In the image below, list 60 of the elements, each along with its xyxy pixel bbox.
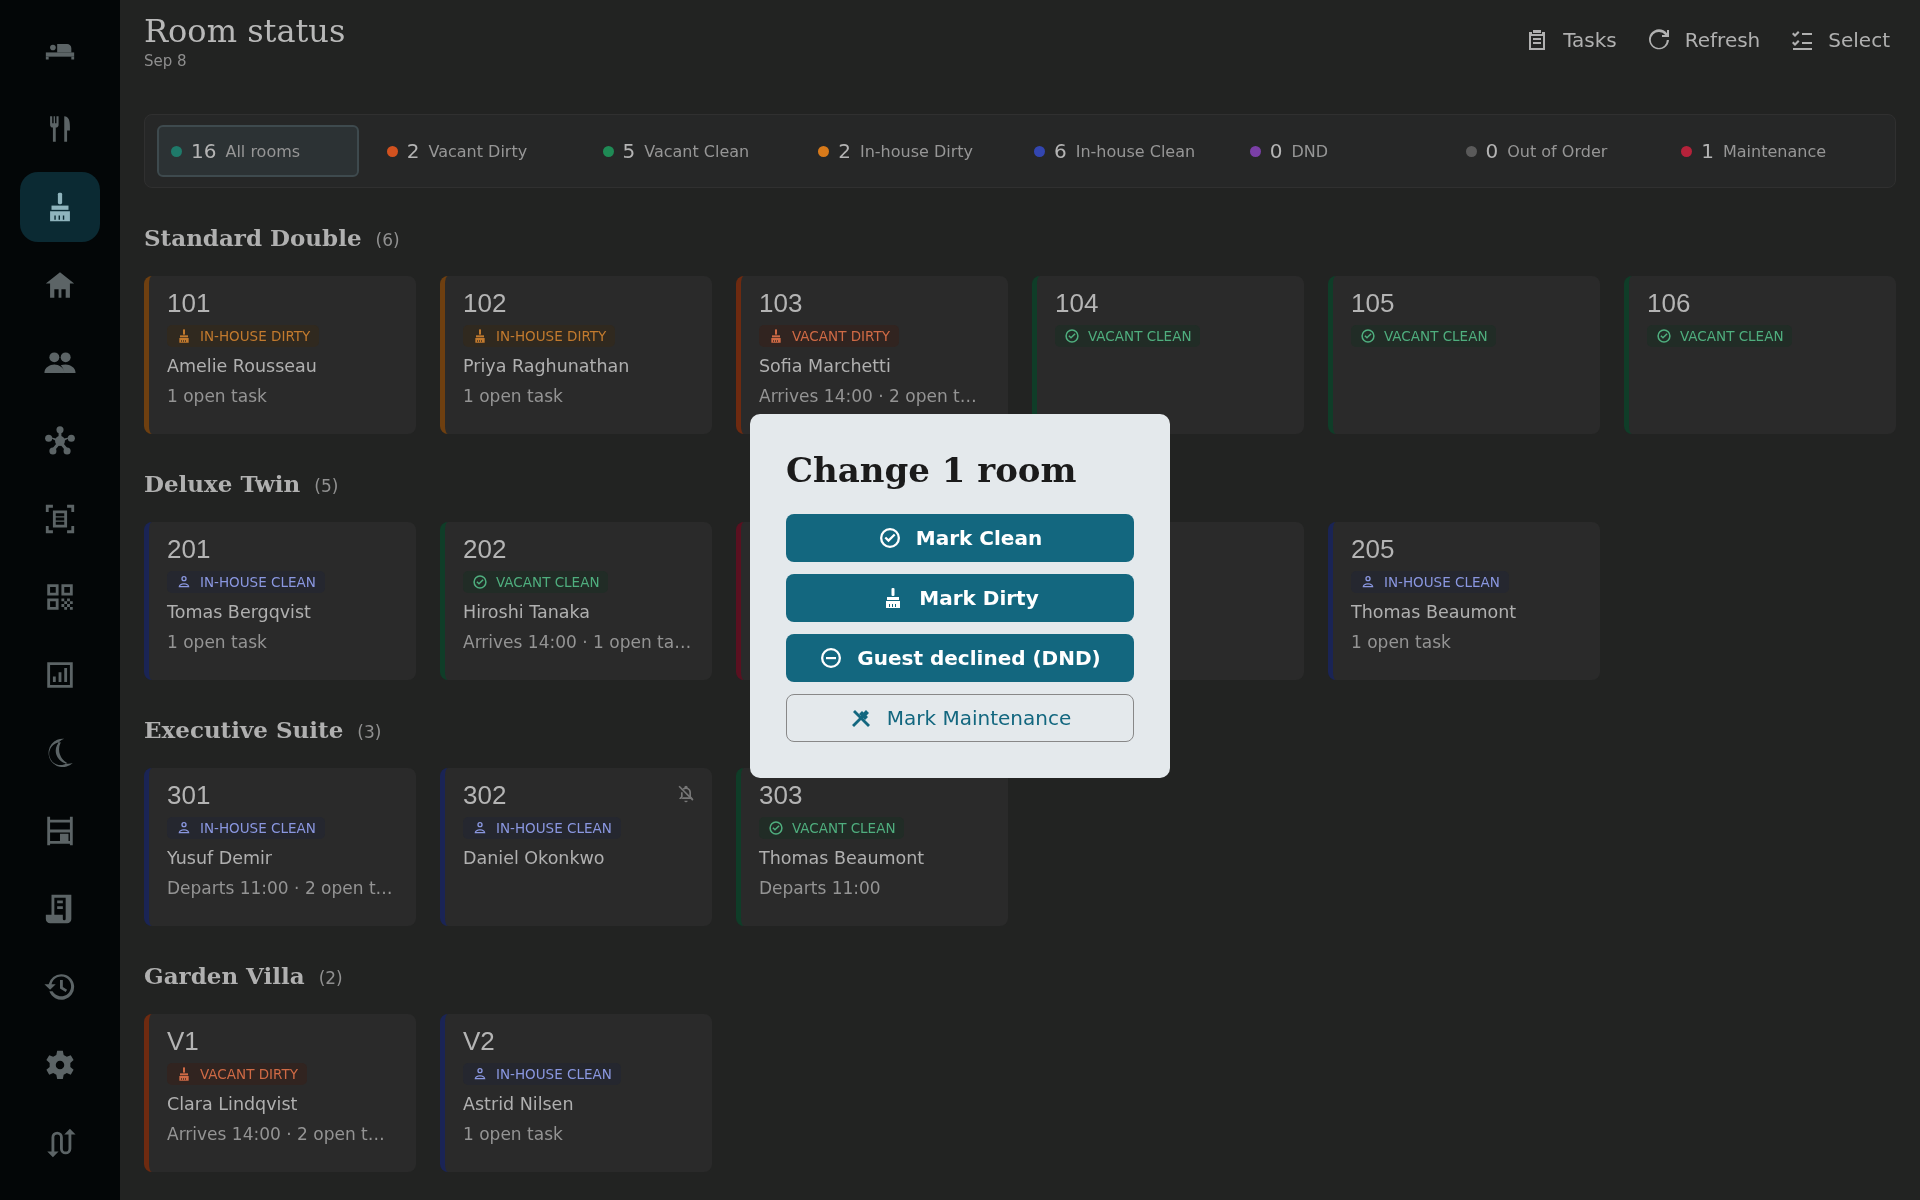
status-tag: VACANT CLEAN [1647,325,1793,347]
room-number: V2 [463,1026,495,1057]
room-note: Arrives 14:00 · 1 open ta… [463,632,692,652]
room-note: 1 open task [463,386,563,406]
guest-name: Hiroshi Tanaka [463,602,591,622]
guest-name: Yusuf Demir [167,848,273,868]
room-number: 303 [759,780,803,811]
guest-name: Clara Lindqvist [167,1094,298,1114]
room-note: Departs 11:00 [759,878,881,898]
room-count: (2) [318,968,343,988]
room-number: 302 [463,780,507,811]
guest-name: Amelie Rousseau [167,356,317,376]
room-number: 103 [759,288,803,319]
page-date: Sep 8 [144,52,187,70]
guest-name: Thomas Beaumont [759,848,925,868]
room-count: (5) [314,476,339,496]
status-tag: VACANT CLEAN [759,817,905,839]
room-number: 102 [463,288,507,319]
status-tag: IN-HOUSE CLEAN [167,817,325,839]
room-note: 1 open task [1351,632,1451,652]
guest-name: Daniel Okonkwo [463,848,605,868]
status-tag: VACANT CLEAN [1055,325,1201,347]
room-number: 106 [1647,288,1691,319]
room-note: 1 open task [167,386,267,406]
room-number: 104 [1055,288,1099,319]
room-number: 105 [1351,288,1395,319]
room-number: 301 [167,780,211,811]
room-note: Departs 11:00 · 2 open t… [167,878,393,898]
guest-name: Thomas Beaumont [1351,602,1517,622]
room-number: V1 [167,1026,199,1057]
room-note: Arrives 14:00 · 2 open t… [759,386,977,406]
dialog-title: Change 1 room [786,450,1077,490]
guest-name: Astrid Nilsen [463,1094,574,1114]
room-number: 101 [167,288,211,319]
status-tag: IN-HOUSE DIRTY [463,325,616,347]
guest-name: Tomas Bergqvist [167,602,311,622]
room-note: Arrives 14:00 · 2 open t… [167,1124,385,1144]
section-title: Garden Villa [144,962,305,989]
status-tag: IN-HOUSE CLEAN [463,817,621,839]
status-tag: IN-HOUSE CLEAN [463,1063,621,1085]
section-title: Deluxe Twin [144,470,301,497]
status-tag: VACANT CLEAN [1351,325,1497,347]
status-tag: VACANT DIRTY [759,325,899,347]
room-note: 1 open task [167,632,267,652]
status-tag: VACANT CLEAN [463,571,609,593]
section-title: Standard Double [144,224,362,251]
status-tag: IN-HOUSE DIRTY [167,325,320,347]
page-title: Room status [144,12,346,50]
room-note: 1 open task [463,1124,563,1144]
room-count: (6) [375,230,400,250]
room-number: 201 [167,534,211,565]
guest-name: Sofia Marchetti [759,356,891,376]
status-tag: VACANT DIRTY [167,1063,307,1085]
room-count: (3) [357,722,382,742]
room-number: 202 [463,534,507,565]
status-tag: IN-HOUSE CLEAN [167,571,325,593]
room-number: 205 [1351,534,1395,565]
section-title: Executive Suite [144,716,344,743]
status-tag: IN-HOUSE CLEAN [1351,571,1509,593]
guest-name: Priya Raghunathan [463,356,630,376]
